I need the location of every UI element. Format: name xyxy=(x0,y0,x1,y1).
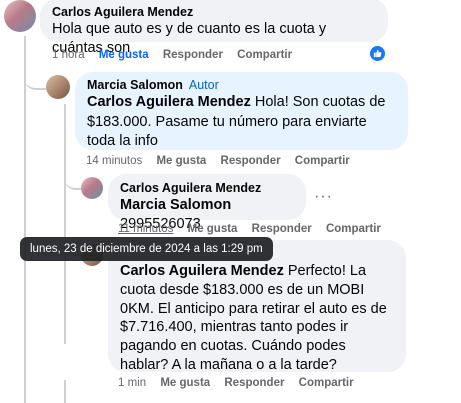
avatar[interactable] xyxy=(46,75,70,99)
mention-link[interactable]: Marcia Salomon xyxy=(120,197,231,213)
like-button[interactable]: Me gusta xyxy=(99,49,149,61)
reply-button[interactable]: Responder xyxy=(224,377,284,389)
comment-actions: 1 hora Me gusta Responder Compartir xyxy=(52,49,303,61)
like-button[interactable]: Me gusta xyxy=(188,223,238,235)
thread-line-bottom xyxy=(64,380,66,403)
timestamp[interactable]: 1 min xyxy=(118,377,146,389)
comment-actions: 11 minutos Me gusta Responder Compartir xyxy=(118,223,392,235)
timestamp[interactable]: 1 hora xyxy=(52,49,85,61)
like-button[interactable]: Me gusta xyxy=(156,155,206,167)
share-button[interactable]: Compartir xyxy=(299,377,354,389)
thread-line xyxy=(24,36,26,403)
timestamp-tooltip: lunes, 23 de diciembre de 2024 a las 1:2… xyxy=(20,237,273,261)
author-badge: Autor xyxy=(188,78,219,92)
thread-connector-nested xyxy=(64,160,82,190)
comment-author[interactable]: Carlos Aguilera Mendez xyxy=(120,180,294,196)
more-options-icon[interactable]: ··· xyxy=(314,188,333,206)
comment-author[interactable]: Marcia Salomon xyxy=(87,78,183,92)
thread-line-nested xyxy=(64,104,66,344)
share-button[interactable]: Compartir xyxy=(295,155,350,167)
mention-link[interactable]: Carlos Aguilera Mendez xyxy=(87,94,251,110)
comment-actions: 14 minutos Me gusta Responder Compartir xyxy=(86,155,361,167)
comment-author[interactable]: Carlos Aguilera Mendez xyxy=(52,4,376,20)
avatar[interactable] xyxy=(81,177,103,199)
comment-bubble: Marcia Salomon Autor Carlos Aguilera Mend… xyxy=(75,72,408,150)
share-button[interactable]: Compartir xyxy=(326,223,381,235)
reply-button[interactable]: Responder xyxy=(252,223,312,235)
thumbs-up-icon xyxy=(373,49,382,58)
comment-actions: 1 min Me gusta Responder Compartir xyxy=(118,377,365,389)
timestamp[interactable]: 11 minutos xyxy=(118,223,173,235)
reply-button[interactable]: Responder xyxy=(163,49,223,61)
like-reaction-badge[interactable] xyxy=(370,46,385,61)
avatar[interactable] xyxy=(4,0,36,32)
thread-connector xyxy=(24,60,46,90)
comment-header: Marcia Salomon Autor xyxy=(87,77,396,93)
like-button[interactable]: Me gusta xyxy=(160,377,210,389)
comment-bubble: Carlos Aguilera Mendez Marcia Salomon 29… xyxy=(108,174,306,232)
comment-text: Perfecto! La cuota desde $183.000 es de … xyxy=(120,263,387,373)
timestamp[interactable]: 14 minutos xyxy=(86,155,142,167)
mention-link[interactable]: Carlos Aguilera Mendez xyxy=(120,263,284,279)
comment-bubble: Carlos Aguilera Mendez Hola que auto es … xyxy=(40,0,388,56)
share-button[interactable]: Compartir xyxy=(237,49,292,61)
reply-button[interactable]: Responder xyxy=(221,155,281,167)
